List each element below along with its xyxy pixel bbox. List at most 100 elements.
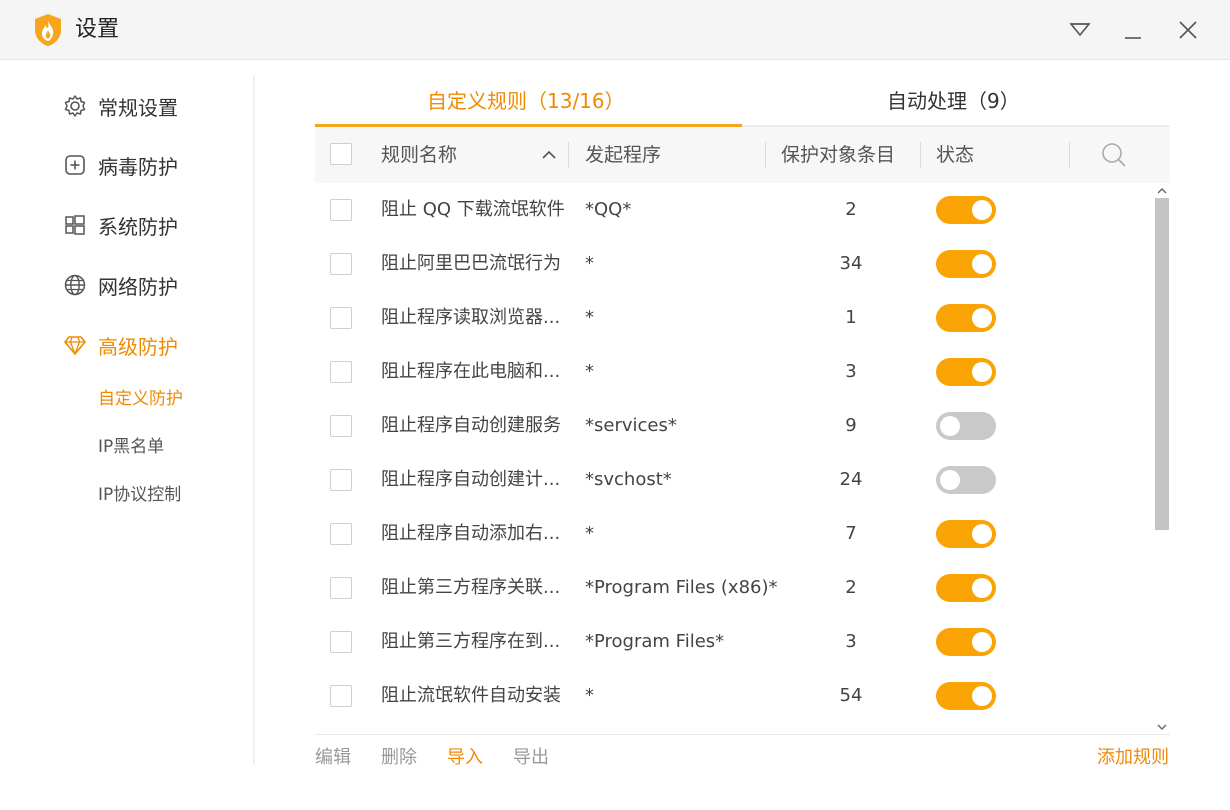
tab-custom-rules[interactable]: 自定义规则（13/16） bbox=[427, 85, 625, 117]
edit-button[interactable]: 编辑 bbox=[315, 745, 351, 771]
rule-name: 阻止第三方程序在到... bbox=[381, 631, 561, 652]
row-checkbox[interactable] bbox=[330, 361, 352, 383]
import-button[interactable]: 导入 bbox=[447, 745, 483, 771]
sidebar-item-advanced[interactable]: 高级防护 bbox=[62, 325, 178, 365]
rule-program: * bbox=[585, 253, 594, 274]
toggle-knob bbox=[940, 416, 960, 436]
rule-name: 阻止程序读取浏览器... bbox=[381, 307, 561, 328]
table-row[interactable]: 阻止阿里巴巴流氓行为 * 34 bbox=[315, 237, 1155, 291]
table-row[interactable]: 阻止 QQ 下载流氓软件 *QQ* 2 bbox=[315, 183, 1155, 237]
status-toggle[interactable] bbox=[936, 520, 996, 548]
footer-divider bbox=[315, 734, 1170, 735]
toggle-knob bbox=[972, 254, 992, 274]
header-protected-count: 保护对象条目 bbox=[781, 144, 896, 166]
table-row[interactable]: 阻止程序自动创建计... *svchost* 24 bbox=[315, 453, 1155, 507]
row-checkbox[interactable] bbox=[330, 415, 352, 437]
status-toggle[interactable] bbox=[936, 628, 996, 656]
search-icon[interactable] bbox=[1100, 141, 1128, 169]
delete-button[interactable]: 删除 bbox=[381, 745, 417, 771]
rule-program: * bbox=[585, 523, 594, 544]
column-separator bbox=[920, 142, 921, 168]
rule-count: 34 bbox=[839, 253, 863, 274]
tab-auto-handle[interactable]: 自动处理（9） bbox=[887, 85, 1020, 117]
row-checkbox[interactable] bbox=[330, 199, 352, 221]
rule-count: 54 bbox=[839, 685, 863, 706]
table-row[interactable]: 阻止程序读取浏览器... * 1 bbox=[315, 291, 1155, 345]
rule-name: 阻止流氓软件自动安装 bbox=[381, 685, 561, 706]
sidebar-item-virus[interactable]: 病毒防护 bbox=[62, 145, 178, 185]
row-checkbox[interactable] bbox=[330, 253, 352, 275]
row-checkbox[interactable] bbox=[330, 577, 352, 599]
sidebar-divider bbox=[253, 75, 255, 765]
status-toggle[interactable] bbox=[936, 574, 996, 602]
rule-program: *Program Files (x86)* bbox=[585, 577, 778, 598]
toggle-knob bbox=[972, 308, 992, 328]
close-icon[interactable] bbox=[1173, 15, 1203, 45]
sidebar-item-label: 高级防护 bbox=[98, 334, 178, 359]
rules-table-body: 阻止 QQ 下载流氓软件 *QQ* 2 阻止阿里巴巴流氓行为 * 34 阻止程序… bbox=[315, 183, 1170, 731]
status-toggle[interactable] bbox=[936, 466, 996, 494]
row-checkbox[interactable] bbox=[330, 631, 352, 653]
rule-count: 24 bbox=[839, 469, 863, 490]
table-row[interactable]: 阻止程序自动创建服务 *services* 9 bbox=[315, 399, 1155, 453]
sidebar-item-general[interactable]: 常规设置 bbox=[62, 86, 178, 126]
scroll-up-icon[interactable] bbox=[1155, 183, 1169, 197]
rule-count: 9 bbox=[845, 415, 857, 436]
table-row[interactable]: 阻止程序自动添加右... * 7 bbox=[315, 507, 1155, 561]
rule-name: 阻止第三方程序关联... bbox=[381, 577, 561, 598]
header-rule-name[interactable]: 规则名称 bbox=[381, 127, 457, 183]
status-toggle[interactable] bbox=[936, 304, 996, 332]
column-separator bbox=[568, 142, 569, 168]
subitem-ip-blacklist[interactable]: IP黑名单 bbox=[98, 434, 164, 460]
minimize-icon[interactable] bbox=[1118, 15, 1148, 45]
toggle-knob bbox=[972, 524, 992, 544]
rule-name: 阻止程序自动添加右... bbox=[381, 523, 561, 544]
sort-ascending-icon[interactable] bbox=[541, 147, 557, 163]
toggle-knob bbox=[972, 200, 992, 220]
row-checkbox[interactable] bbox=[330, 307, 352, 329]
row-checkbox[interactable] bbox=[330, 469, 352, 491]
scroll-down-icon[interactable] bbox=[1155, 719, 1169, 733]
export-button[interactable]: 导出 bbox=[513, 745, 549, 771]
scrollbar-thumb[interactable] bbox=[1155, 198, 1169, 530]
rule-program: *svchost* bbox=[585, 469, 672, 490]
tab-bar: 自定义规则（13/16） 自动处理（9） bbox=[315, 75, 1170, 127]
rule-program: *QQ* bbox=[585, 199, 632, 220]
sidebar-item-label: 系统防护 bbox=[98, 214, 178, 239]
table-row[interactable]: 阻止第三方程序在到... *Program Files* 3 bbox=[315, 615, 1155, 669]
subitem-custom-protection[interactable]: 自定义防护 bbox=[98, 386, 183, 412]
table-row[interactable]: 阻止第三方程序关联... *Program Files (x86)* 2 bbox=[315, 561, 1155, 615]
diamond-icon bbox=[62, 332, 88, 358]
sidebar-item-system[interactable]: 系统防护 bbox=[62, 205, 178, 245]
table-header: 规则名称 发起程序 保护对象条目 状态 bbox=[315, 127, 1170, 183]
rule-count: 3 bbox=[845, 631, 857, 652]
plus-square-icon bbox=[62, 152, 88, 178]
rule-count: 2 bbox=[845, 199, 857, 220]
table-row[interactable]: 阻止程序在此电脑和... * 3 bbox=[315, 345, 1155, 399]
header-status: 状态 bbox=[936, 144, 975, 166]
row-checkbox[interactable] bbox=[330, 523, 352, 545]
rule-name: 阻止阿里巴巴流氓行为 bbox=[381, 253, 561, 274]
status-toggle[interactable] bbox=[936, 358, 996, 386]
rule-program: * bbox=[585, 361, 594, 382]
select-all-checkbox[interactable] bbox=[330, 143, 352, 165]
subitem-ip-protocol[interactable]: IP协议控制 bbox=[98, 482, 181, 508]
triangle-menu-icon[interactable] bbox=[1065, 15, 1095, 45]
shield-flame-logo bbox=[33, 13, 63, 47]
toggle-knob bbox=[940, 470, 960, 490]
status-toggle[interactable] bbox=[936, 250, 996, 278]
toggle-knob bbox=[972, 632, 992, 652]
rule-program: * bbox=[585, 307, 594, 328]
status-toggle[interactable] bbox=[936, 196, 996, 224]
header-program: 发起程序 bbox=[585, 144, 662, 166]
rule-count: 1 bbox=[845, 307, 857, 328]
status-toggle[interactable] bbox=[936, 412, 996, 440]
status-toggle[interactable] bbox=[936, 682, 996, 710]
rule-count: 7 bbox=[845, 523, 857, 544]
add-rule-button[interactable]: 添加规则 bbox=[1097, 745, 1169, 771]
sidebar-item-label: 常规设置 bbox=[98, 95, 178, 120]
toggle-knob bbox=[972, 578, 992, 598]
table-row[interactable]: 阻止流氓软件自动安装 * 54 bbox=[315, 669, 1155, 723]
row-checkbox[interactable] bbox=[330, 685, 352, 707]
sidebar-item-network[interactable]: 网络防护 bbox=[62, 265, 178, 305]
